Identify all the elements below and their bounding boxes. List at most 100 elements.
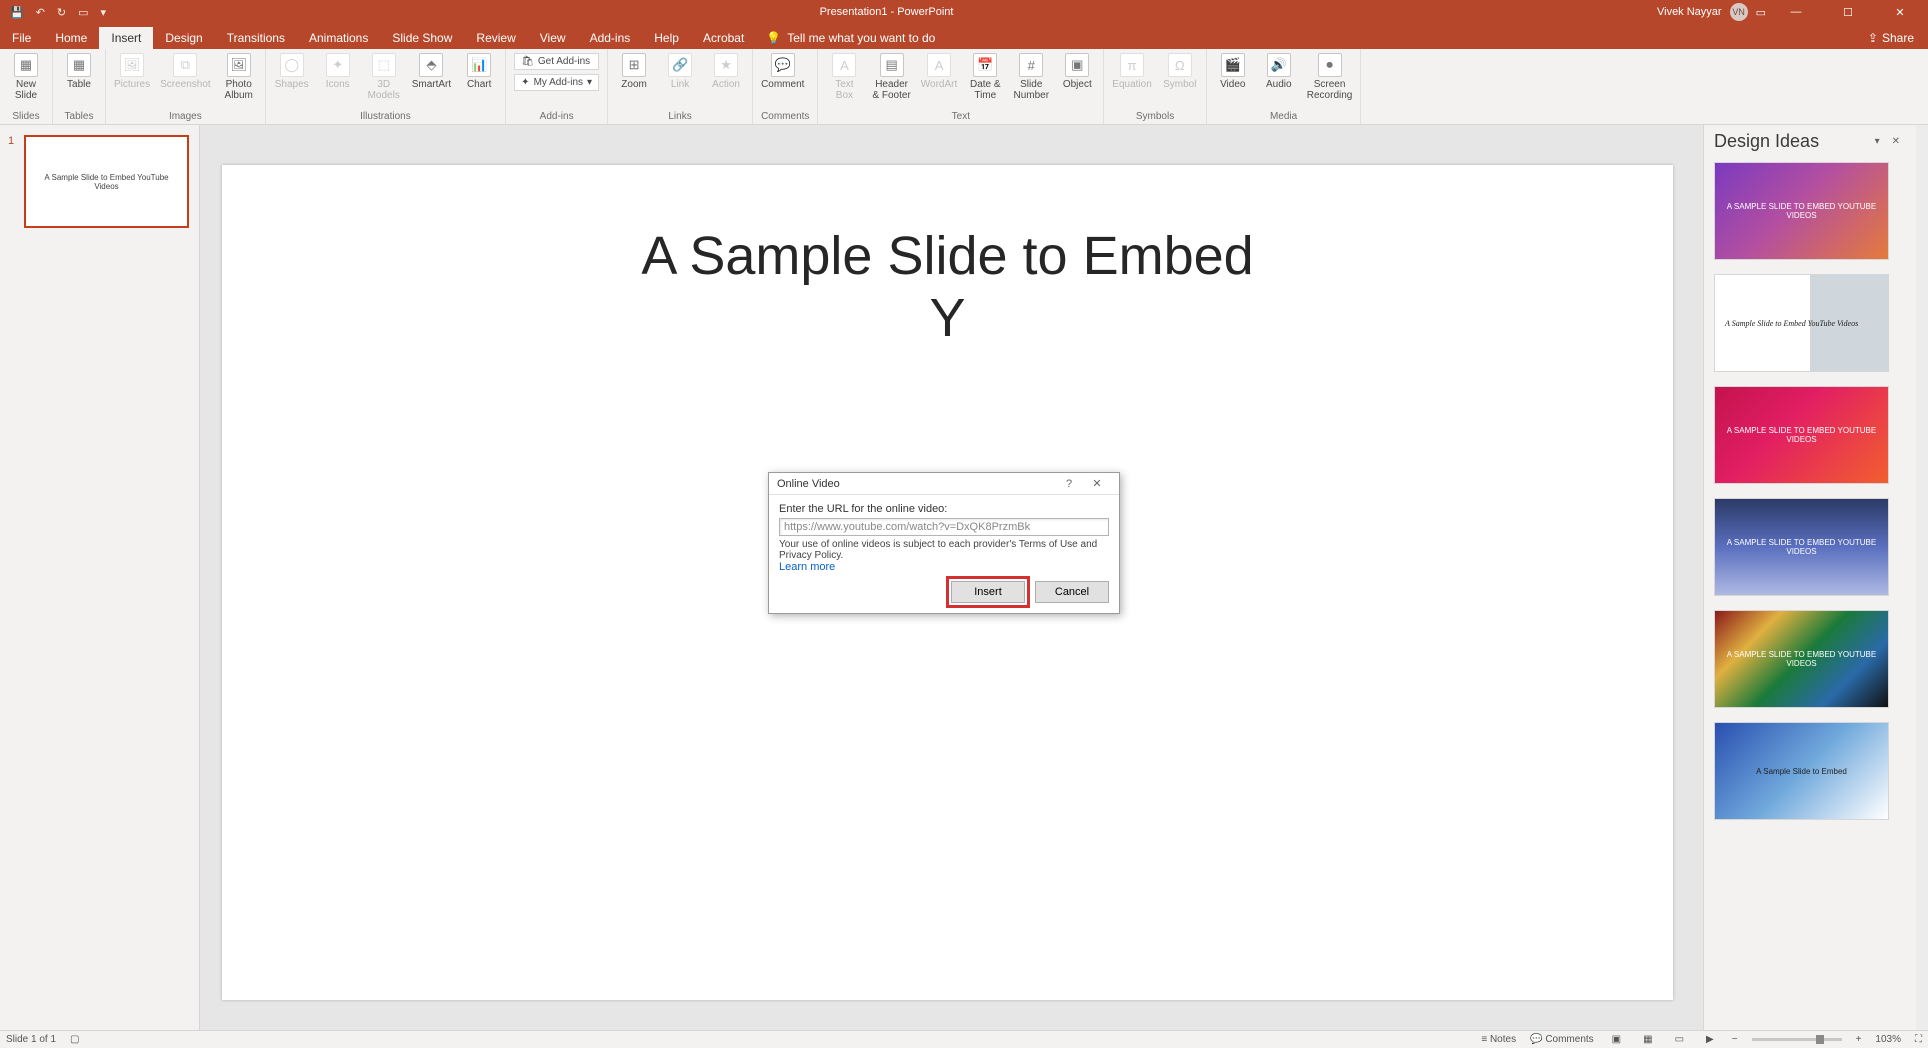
design-idea[interactable]: A SAMPLE SLIDE TO EMBED YOUTUBE VIDEOS — [1714, 162, 1889, 260]
tab-transitions[interactable]: Transitions — [215, 27, 297, 49]
minimize-icon[interactable]: — — [1774, 6, 1818, 18]
tab-addins[interactable]: Add-ins — [578, 27, 643, 49]
pictures-button[interactable]: 🖼Pictures — [114, 53, 150, 90]
wordart-icon: A — [927, 53, 951, 77]
fit-to-window-icon[interactable]: ⛶ — [1915, 1034, 1922, 1045]
close-icon[interactable]: ✕ — [1878, 6, 1922, 19]
screenshot-button[interactable]: ⧉Screenshot — [160, 53, 211, 90]
normal-view-icon[interactable]: ▣ — [1608, 1034, 1625, 1045]
tab-acrobat[interactable]: Acrobat — [691, 27, 756, 49]
tab-help[interactable]: Help — [642, 27, 691, 49]
screen-recording-button[interactable]: ⏺Screen Recording — [1307, 53, 1353, 101]
slideshow-view-icon[interactable]: ▶ — [1702, 1034, 1718, 1045]
my-addins-button[interactable]: ✦My Add-ins ▾ — [514, 74, 599, 91]
status-bar: Slide 1 of 1 ▢ ≡ Notes 💬 Comments ▣ ▦ ▭ … — [0, 1030, 1928, 1048]
group-media: Media — [1215, 111, 1353, 124]
slide-indicator[interactable]: Slide 1 of 1 — [6, 1034, 56, 1045]
wordart-button[interactable]: AWordArt — [921, 53, 958, 90]
design-idea[interactable]: A SAMPLE SLIDE TO EMBED YOUTUBE VIDEOS — [1714, 498, 1889, 596]
undo-icon[interactable]: ↶ — [36, 6, 45, 19]
slide-sorter-icon[interactable]: ▦ — [1639, 1034, 1656, 1045]
design-idea[interactable]: A Sample Slide to Embed YouTube Videos — [1714, 274, 1889, 372]
header-footer-button[interactable]: ▤Header & Footer — [872, 53, 910, 101]
link-icon: 🔗 — [668, 53, 692, 77]
thumbnail-panel[interactable]: 1 A Sample Slide to Embed YouTube Videos — [0, 125, 200, 1030]
notes-button[interactable]: ≡ Notes — [1481, 1034, 1516, 1045]
dialog-cancel-button[interactable]: Cancel — [1035, 581, 1109, 603]
video-icon: 🎬 — [1221, 53, 1245, 77]
zoom-button[interactable]: ⊞Zoom — [616, 53, 652, 90]
audio-button[interactable]: 🔊Audio — [1261, 53, 1297, 90]
action-button[interactable]: ★Action — [708, 53, 744, 90]
titlebar: 💾 ↶ ↻ ▭ ▾ Presentation1 - PowerPoint Viv… — [0, 0, 1928, 24]
maximize-icon[interactable]: ☐ — [1826, 6, 1870, 19]
equation-button[interactable]: πEquation — [1112, 53, 1151, 90]
spell-check-icon[interactable]: ▢ — [70, 1034, 79, 1045]
start-from-beginning-icon[interactable]: ▭ — [78, 6, 88, 19]
zoom-in-icon[interactable]: + — [1856, 1034, 1862, 1045]
link-button[interactable]: 🔗Link — [662, 53, 698, 90]
object-button[interactable]: ▣Object — [1059, 53, 1095, 90]
dialog-close-icon[interactable]: ✕ — [1083, 477, 1111, 490]
chart-icon: 📊 — [467, 53, 491, 77]
date-time-button[interactable]: 📅Date & Time — [967, 53, 1003, 101]
design-ideas-pane: Design Ideas ▾ ✕ A SAMPLE SLIDE TO EMBED… — [1703, 125, 1916, 1030]
tab-design[interactable]: Design — [153, 27, 214, 49]
redo-icon[interactable]: ↻ — [57, 6, 66, 19]
design-idea[interactable]: A SAMPLE SLIDE TO EMBED YOUTUBE VIDEOS — [1714, 610, 1889, 708]
smartart-icon: ⬘ — [419, 53, 443, 77]
text-box-button[interactable]: AText Box — [826, 53, 862, 101]
smartart-button[interactable]: ⬘SmartArt — [412, 53, 451, 90]
tab-insert[interactable]: Insert — [99, 27, 153, 49]
table-button[interactable]: ▦Table — [61, 53, 97, 90]
pane-options-icon[interactable]: ▾ — [1869, 136, 1886, 147]
pane-scrollbar[interactable] — [1916, 125, 1928, 1030]
tab-slideshow[interactable]: Slide Show — [380, 27, 464, 49]
comments-button[interactable]: 💬 Comments — [1530, 1034, 1594, 1045]
design-idea[interactable]: A Sample Slide to Embed — [1714, 722, 1889, 820]
qat-dropdown-icon[interactable]: ▾ — [101, 6, 107, 19]
shapes-button[interactable]: ◯Shapes — [274, 53, 310, 90]
learn-more-link[interactable]: Learn more — [779, 561, 835, 573]
tab-file[interactable]: File — [0, 27, 43, 49]
dialog-help-icon[interactable]: ? — [1055, 478, 1083, 490]
slide-thumbnail[interactable]: A Sample Slide to Embed YouTube Videos — [24, 135, 189, 228]
video-url-input[interactable] — [779, 518, 1109, 536]
slide-canvas[interactable]: A Sample Slide to Embed Y Online Video ?… — [200, 125, 1703, 1030]
symbol-button[interactable]: ΩSymbol — [1162, 53, 1198, 90]
zoom-out-icon[interactable]: − — [1732, 1034, 1738, 1045]
design-idea[interactable]: A SAMPLE SLIDE TO EMBED YOUTUBE VIDEOS — [1714, 386, 1889, 484]
dialog-title: Online Video — [777, 478, 1055, 490]
tab-animations[interactable]: Animations — [297, 27, 380, 49]
icons-button[interactable]: ✦Icons — [320, 53, 356, 90]
3d-models-button[interactable]: ⬚3D Models — [366, 53, 402, 101]
zoom-level[interactable]: 103% — [1875, 1034, 1901, 1045]
design-ideas-list[interactable]: A SAMPLE SLIDE TO EMBED YOUTUBE VIDEOS A… — [1704, 156, 1916, 1030]
tell-me-search[interactable]: 💡Tell me what you want to do — [756, 27, 945, 49]
ribbon-display-options-icon[interactable]: ▭ — [1756, 6, 1766, 19]
share-button[interactable]: ⇪Share — [1854, 27, 1928, 49]
comment-button[interactable]: 💬Comment — [761, 53, 804, 90]
tab-view[interactable]: View — [528, 27, 578, 49]
screenshot-icon: ⧉ — [173, 53, 197, 77]
user-name[interactable]: Vivek Nayyar — [1657, 6, 1722, 18]
tab-home[interactable]: Home — [43, 27, 99, 49]
pane-close-icon[interactable]: ✕ — [1886, 136, 1906, 147]
cube-icon: ⬚ — [372, 53, 396, 77]
reading-view-icon[interactable]: ▭ — [1671, 1034, 1688, 1045]
get-addins-button[interactable]: 🛍Get Add-ins — [514, 53, 599, 70]
new-slide-button[interactable]: ▦New Slide — [8, 53, 44, 101]
video-button[interactable]: 🎬Video — [1215, 53, 1251, 90]
tab-review[interactable]: Review — [464, 27, 527, 49]
zoom-slider[interactable] — [1752, 1038, 1842, 1041]
user-avatar[interactable]: VN — [1730, 3, 1748, 21]
zoom-icon: ⊞ — [622, 53, 646, 77]
date-time-icon: 📅 — [973, 53, 997, 77]
group-addins: Add-ins — [514, 111, 599, 124]
slide-number-icon: # — [1019, 53, 1043, 77]
chart-button[interactable]: 📊Chart — [461, 53, 497, 90]
slide-number-button[interactable]: #Slide Number — [1013, 53, 1049, 101]
save-icon[interactable]: 💾 — [10, 6, 24, 19]
photo-album-button[interactable]: 🖼Photo Album — [221, 53, 257, 101]
dialog-insert-button[interactable]: Insert — [951, 581, 1025, 603]
